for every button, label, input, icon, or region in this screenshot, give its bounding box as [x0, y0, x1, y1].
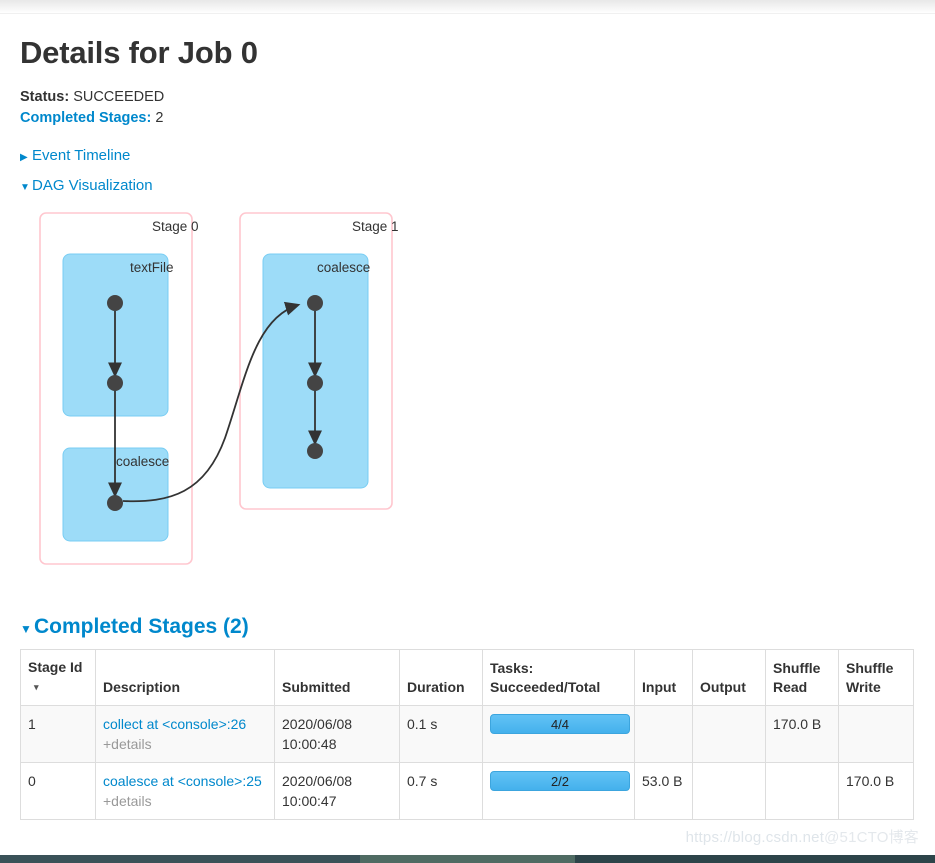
stage-1-label: Stage 1: [352, 219, 399, 234]
completed-stages-label: Completed Stages:: [20, 110, 152, 126]
cell-duration: 0.7 s: [399, 761, 483, 820]
cell-stage-id: 0: [20, 761, 96, 820]
rdd-label-textfile: textFile: [130, 260, 174, 275]
col-header-shuffle-read[interactable]: Shuffle Read: [765, 649, 839, 706]
col-header-stage-id[interactable]: Stage Id ▾: [20, 649, 96, 706]
cell-stage-id: 1: [20, 704, 96, 763]
dag-node-s0-1: [107, 295, 123, 311]
col-header-output[interactable]: Output: [692, 649, 766, 706]
watermark-url: https://blog.csdn.net: [685, 829, 825, 846]
col-header-duration[interactable]: Duration: [399, 649, 483, 706]
completed-stages-value: 2: [155, 110, 164, 126]
event-timeline-label: Event Timeline: [32, 147, 131, 164]
cell-input: 53.0 B: [634, 761, 693, 820]
status-value: SUCCEEDED: [73, 89, 165, 105]
cell-input: [634, 704, 693, 763]
job-details-page: Details for Job 0 Status: SUCCEEDED Comp…: [0, 13, 935, 820]
cell-submitted: 2020/06/08 10:00:48: [274, 704, 400, 763]
table-row: 0 coalesce at <console>:25 +details 2020…: [20, 761, 914, 820]
cell-output: [692, 704, 766, 763]
stage-description-link[interactable]: coalesce at <console>:25: [103, 773, 262, 789]
cell-shuffle-read: 170.0 B: [765, 704, 839, 763]
tasks-progress-label: 2/2: [550, 773, 570, 789]
triangle-right-icon: ▶: [20, 152, 28, 163]
stage-description-link[interactable]: collect at <console>:26: [103, 716, 246, 732]
dag-visualization-label: DAG Visualization: [32, 177, 153, 194]
rdd-label-coalesce-stage0: coalesce: [116, 454, 170, 469]
completed-stages-section-toggle[interactable]: ▼ Completed Stages (2): [20, 615, 915, 639]
cell-output: [692, 761, 766, 820]
status-label: Status:: [20, 89, 70, 105]
bottom-bar: [0, 855, 935, 863]
sort-desc-icon: ▾: [34, 681, 39, 692]
cell-shuffle-write: [838, 704, 914, 763]
rdd-label-coalesce-stage1: coalesce: [317, 260, 371, 275]
col-header-input[interactable]: Input: [634, 649, 693, 706]
table-row: 1 collect at <console>:26 +details 2020/…: [20, 704, 914, 763]
dag-visualization-toggle[interactable]: ▼ DAG Visualization: [20, 173, 915, 200]
cell-duration: 0.1 s: [399, 704, 483, 763]
cell-tasks: 4/4: [482, 704, 635, 763]
triangle-down-icon: ▼: [20, 622, 32, 636]
status-line: Status: SUCCEEDED: [20, 87, 915, 108]
tasks-progress-bar: 4/4: [490, 713, 630, 734]
completed-stages-table: Stage Id ▾ Description Submitted Duration…: [20, 649, 914, 820]
details-toggle[interactable]: +details: [103, 736, 152, 752]
details-toggle[interactable]: +details: [103, 793, 152, 809]
dag-visualization-canvas[interactable]: Stage 0 Stage 1 textFile coalesce coales…: [20, 208, 920, 593]
col-header-stage-id-label: Stage Id: [28, 659, 83, 675]
tasks-progress-bar: 2/2: [490, 770, 630, 791]
watermark-brand: @51CTO博客: [824, 829, 919, 846]
page-title: Details for Job 0: [20, 35, 258, 70]
col-header-description[interactable]: Description: [95, 649, 275, 706]
completed-stages-section-title: Completed Stages (2): [34, 615, 249, 638]
tasks-progress-label: 4/4: [550, 716, 570, 732]
bottom-bar-segment: [360, 855, 575, 863]
col-header-submitted[interactable]: Submitted: [274, 649, 400, 706]
col-header-tasks[interactable]: Tasks: Succeeded/Total: [482, 649, 635, 706]
table-header-row: Stage Id ▾ Description Submitted Duration…: [20, 649, 914, 706]
dag-node-s1-2: [307, 375, 323, 391]
stage-0-label: Stage 0: [152, 219, 199, 234]
cell-shuffle-read: [765, 761, 839, 820]
completed-stages-line: Completed Stages: 2: [20, 108, 915, 129]
cell-tasks: 2/2: [482, 761, 635, 820]
dag-node-s0-3: [107, 495, 123, 511]
cell-submitted: 2020/06/08 10:00:47: [274, 761, 400, 820]
cell-description: collect at <console>:26 +details: [95, 704, 275, 763]
cell-shuffle-write: 170.0 B: [838, 761, 914, 820]
dag-node-s1-1: [307, 295, 323, 311]
cell-description: coalesce at <console>:25 +details: [95, 761, 275, 820]
triangle-down-icon: ▼: [20, 182, 30, 193]
col-header-shuffle-write[interactable]: Shuffle Write: [838, 649, 914, 706]
bottom-bar-segment: [0, 855, 360, 863]
page-top-gradient-strip: [0, 0, 935, 14]
dag-node-s0-2: [107, 375, 123, 391]
bottom-bar-segment: [575, 855, 935, 863]
watermark: https://blog.csdn.net@51CTO博客: [686, 826, 919, 847]
dag-node-s1-3: [307, 443, 323, 459]
event-timeline-toggle[interactable]: ▶ Event Timeline: [20, 143, 915, 170]
